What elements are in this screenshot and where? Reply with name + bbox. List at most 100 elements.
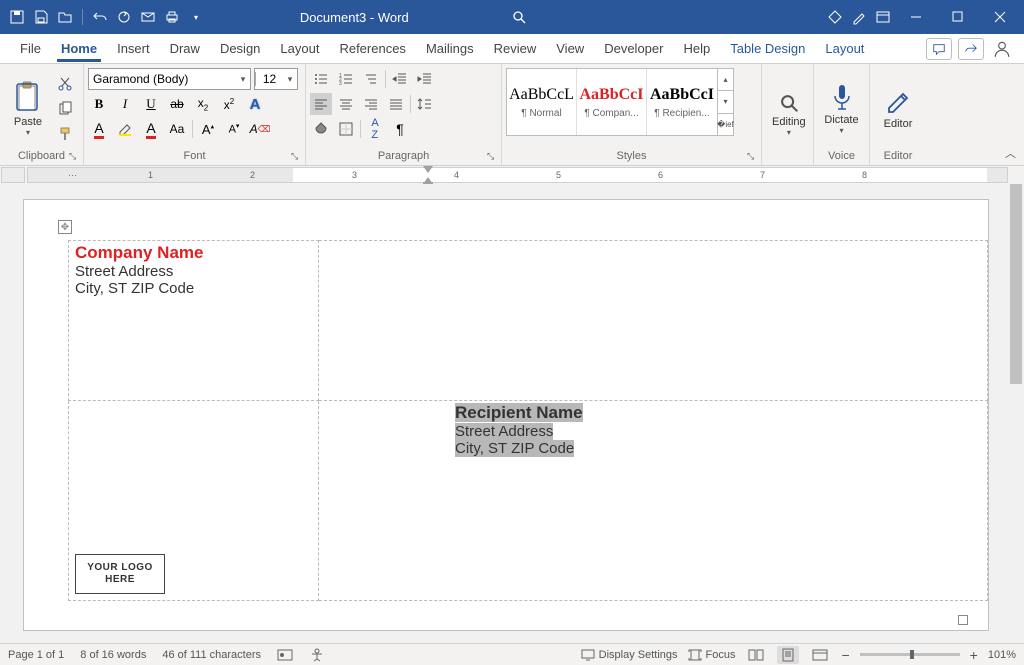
zoom-out-icon[interactable]: −: [841, 647, 849, 663]
copy-icon[interactable]: [54, 98, 76, 120]
qat-more-icon[interactable]: ▾: [185, 6, 207, 28]
tab-table-layout[interactable]: Layout: [815, 34, 874, 64]
macro-icon[interactable]: [277, 648, 293, 662]
italic-icon[interactable]: I: [114, 93, 136, 115]
accessibility-icon[interactable]: [309, 648, 325, 662]
pen-icon[interactable]: [848, 6, 870, 28]
font-color-icon[interactable]: A: [88, 118, 110, 140]
maximize-button[interactable]: [938, 3, 978, 31]
save-icon[interactable]: [30, 6, 52, 28]
style-company[interactable]: AaBbCcI ¶ Compan...: [577, 69, 647, 135]
paste-button[interactable]: Paste ▾: [4, 68, 52, 149]
table-resize-handle-icon[interactable]: [958, 615, 968, 625]
account-icon[interactable]: [990, 40, 1014, 58]
font-size-combo[interactable]: 12 ▾: [254, 68, 298, 90]
autosave-icon[interactable]: [6, 6, 28, 28]
superscript-icon[interactable]: x2: [218, 93, 240, 115]
editing-button[interactable]: Editing ▾: [766, 68, 812, 161]
tab-file[interactable]: File: [10, 34, 51, 64]
tab-layout[interactable]: Layout: [270, 34, 329, 64]
font-launcher-icon[interactable]: ⤡: [291, 151, 303, 163]
gallery-more-icon[interactable]: �ief: [718, 114, 733, 135]
display-settings-button[interactable]: Display Settings: [581, 649, 678, 661]
page-indicator[interactable]: Page 1 of 1: [8, 649, 64, 661]
search-icon[interactable]: [508, 6, 530, 28]
chevron-down-icon[interactable]: ▾: [283, 74, 297, 85]
text-effects-icon[interactable]: A: [244, 93, 266, 115]
tab-home[interactable]: Home: [51, 34, 107, 64]
focus-button[interactable]: Focus: [688, 649, 736, 661]
clipboard-launcher-icon[interactable]: ⤡: [69, 151, 81, 163]
align-left-icon[interactable]: [310, 93, 332, 115]
tab-review[interactable]: Review: [484, 34, 547, 64]
grow-font-icon[interactable]: A▴: [197, 118, 219, 140]
indent-marker-icon[interactable]: [423, 166, 433, 174]
increase-indent-icon[interactable]: [414, 68, 436, 90]
chevron-down-icon[interactable]: ▾: [236, 74, 250, 85]
envelope-table[interactable]: Company Name Street Address City, ST ZIP…: [68, 240, 988, 601]
subscript-icon[interactable]: x2: [192, 93, 214, 115]
dictate-button[interactable]: Dictate ▾: [818, 68, 865, 149]
tab-references[interactable]: References: [329, 34, 415, 64]
justify-icon[interactable]: [385, 93, 407, 115]
open-icon[interactable]: [54, 6, 76, 28]
align-center-icon[interactable]: [335, 93, 357, 115]
logo-cell[interactable]: YOUR LOGO HERE: [69, 401, 319, 601]
scrollbar-thumb[interactable]: [1010, 184, 1022, 384]
word-count[interactable]: 8 of 16 words: [80, 649, 146, 661]
table-move-handle-icon[interactable]: ✥: [58, 220, 72, 234]
tab-developer[interactable]: Developer: [594, 34, 673, 64]
logo-placeholder[interactable]: YOUR LOGO HERE: [75, 554, 165, 594]
print-icon[interactable]: [161, 6, 183, 28]
underline-icon[interactable]: U: [140, 93, 162, 115]
sender-cell[interactable]: Company Name Street Address City, ST ZIP…: [69, 241, 319, 401]
tab-draw[interactable]: Draw: [160, 34, 210, 64]
tab-insert[interactable]: Insert: [107, 34, 160, 64]
format-painter-icon[interactable]: [54, 123, 76, 145]
tab-design[interactable]: Design: [210, 34, 270, 64]
borders-icon[interactable]: [335, 118, 357, 140]
empty-cell[interactable]: [319, 241, 988, 401]
line-spacing-icon[interactable]: [414, 93, 436, 115]
styles-launcher-icon[interactable]: ⤡: [747, 151, 759, 163]
style-normal[interactable]: AaBbCcL ¶ Normal: [507, 69, 577, 135]
page[interactable]: ✥ Company Name Street Address City, ST Z…: [24, 200, 988, 630]
strikethrough-icon[interactable]: ab: [166, 93, 188, 115]
tab-table-design[interactable]: Table Design: [720, 34, 815, 64]
shrink-font-icon[interactable]: A▾: [223, 118, 245, 140]
undo-icon[interactable]: [89, 6, 111, 28]
print-layout-icon[interactable]: [777, 646, 799, 664]
numbering-icon[interactable]: 123: [335, 68, 357, 90]
styles-gallery[interactable]: AaBbCcL ¶ Normal AaBbCcI ¶ Compan... AaB…: [506, 68, 734, 136]
indent-marker-icon[interactable]: [423, 174, 433, 184]
align-right-icon[interactable]: [360, 93, 382, 115]
gallery-up-icon[interactable]: ▴: [718, 69, 733, 91]
gallery-down-icon[interactable]: ▾: [718, 91, 733, 113]
decrease-indent-icon[interactable]: [389, 68, 411, 90]
font-name-combo[interactable]: Garamond (Body) ▾: [88, 68, 251, 90]
bullets-icon[interactable]: [310, 68, 332, 90]
tab-help[interactable]: Help: [673, 34, 720, 64]
document-area[interactable]: ✥ Company Name Street Address City, ST Z…: [0, 184, 1024, 643]
collapse-ribbon-icon[interactable]: ︿: [1005, 145, 1016, 161]
cut-icon[interactable]: [54, 73, 76, 95]
web-layout-icon[interactable]: [809, 646, 831, 664]
close-button[interactable]: [980, 3, 1020, 31]
zoom-level[interactable]: 101%: [988, 649, 1016, 661]
style-recipient[interactable]: AaBbCcI ¶ Recipien...: [647, 69, 717, 135]
vertical-scrollbar[interactable]: [1008, 184, 1024, 643]
zoom-slider[interactable]: [860, 653, 960, 656]
comments-button[interactable]: [926, 38, 952, 60]
zoom-in-icon[interactable]: +: [970, 647, 978, 663]
char-count[interactable]: 46 of 111 characters: [162, 649, 261, 661]
tab-view[interactable]: View: [546, 34, 594, 64]
show-marks-icon[interactable]: ¶: [389, 118, 411, 140]
recipient-cell[interactable]: Recipient Name Street Address City, ST Z…: [319, 401, 988, 601]
editor-button[interactable]: Editor: [874, 68, 922, 149]
shading-icon[interactable]: [310, 118, 332, 140]
bold-icon[interactable]: B: [88, 93, 110, 115]
sort-icon[interactable]: AZ: [364, 118, 386, 140]
minimize-button[interactable]: [896, 3, 936, 31]
clear-format-icon[interactable]: A⌫: [249, 118, 271, 140]
font-color2-icon[interactable]: A: [140, 118, 162, 140]
